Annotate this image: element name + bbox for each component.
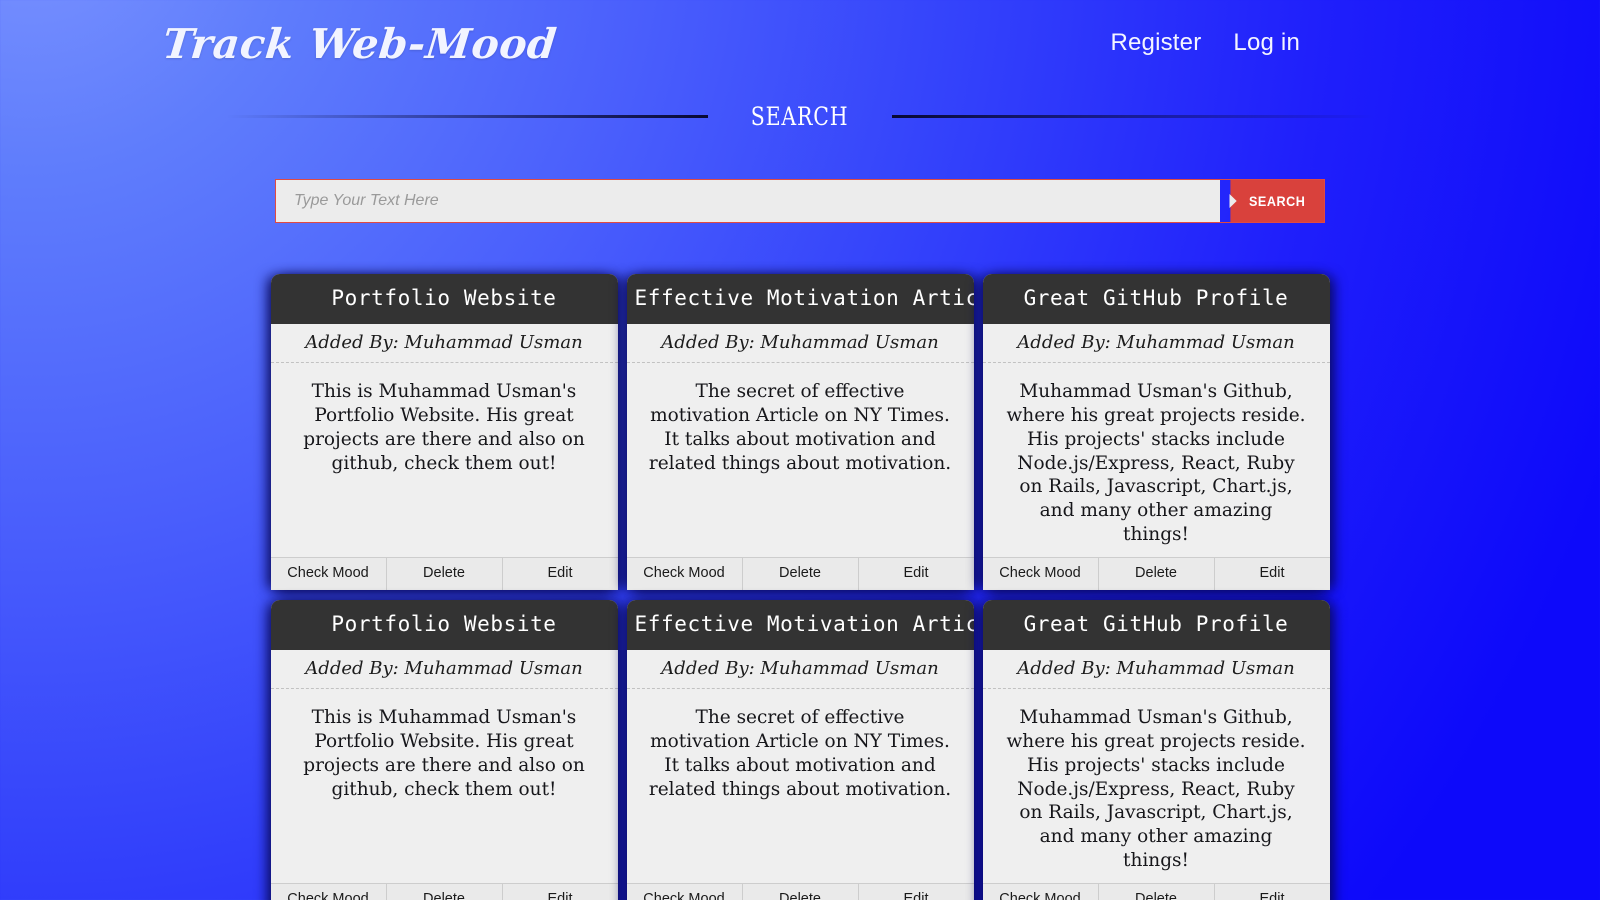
card-title: Effective Motivation Article: [626, 600, 974, 651]
card-title: Effective Motivation Article: [626, 274, 974, 324]
card-title: Portfolio Website: [270, 274, 618, 324]
card-title: Portfolio Website: [270, 600, 618, 651]
card-description: Muhammad Usman's Github, where his great…: [1006, 707, 1306, 872]
card-actions: Check Mood Delete Edit: [982, 557, 1330, 591]
card-author: Added By: Muhammad Usman: [982, 650, 1330, 690]
card-title: Great GitHub Profile: [982, 600, 1330, 651]
card-description: Muhammad Usman's Github, where his great…: [1006, 381, 1306, 546]
card-actions: Check Mood Delete Edit: [270, 557, 618, 591]
card-description: The secret of effective motivation Artic…: [648, 707, 952, 800]
card-description: This is Muhammad Usman's Portfolio Websi…: [303, 707, 585, 800]
mood-card: Great GitHub Profile Added By: Muhammad …: [982, 274, 1330, 591]
card-actions: Check Mood Delete Edit: [626, 883, 974, 900]
nav-login[interactable]: Log in: [1233, 29, 1300, 57]
mood-card: Effective Motivation Article Added By: M…: [626, 600, 974, 900]
card-action-edit[interactable]: Edit: [502, 558, 618, 591]
mood-card: Portfolio Website Added By: Muhammad Usm…: [270, 274, 618, 591]
mood-card: Portfolio Website Added By: Muhammad Usm…: [270, 600, 618, 900]
card-author: Added By: Muhammad Usman: [626, 324, 974, 363]
mood-card: Effective Motivation Article Added By: M…: [626, 274, 974, 591]
card-action-edit[interactable]: Edit: [502, 884, 618, 900]
card-action-edit[interactable]: Edit: [858, 558, 974, 591]
card-action-edit[interactable]: Edit: [1214, 558, 1330, 591]
card-author: Added By: Muhammad Usman: [270, 650, 618, 690]
mood-card: Great GitHub Profile Added By: Muhammad …: [982, 600, 1330, 900]
card-action-check-mood[interactable]: Check Mood: [982, 558, 1099, 591]
top-navigation-bar: Track Web-Mood Register Log in: [0, 0, 1600, 84]
card-actions: Check Mood Delete Edit: [626, 557, 974, 591]
card-action-check-mood[interactable]: Check Mood: [982, 884, 1099, 900]
card-author: Added By: Muhammad Usman: [626, 650, 974, 690]
card-action-check-mood[interactable]: Check Mood: [270, 558, 387, 591]
nav-links: Register Log in: [1110, 29, 1300, 57]
card-action-check-mood[interactable]: Check Mood: [270, 884, 387, 900]
search-input[interactable]: [276, 180, 1220, 222]
card-action-edit[interactable]: Edit: [858, 884, 974, 900]
card-action-check-mood[interactable]: Check Mood: [626, 558, 743, 591]
card-action-delete[interactable]: Delete: [742, 558, 859, 591]
card-title: Great GitHub Profile: [982, 274, 1330, 324]
card-actions: Check Mood Delete Edit: [270, 883, 618, 900]
search-form: SEARCH: [275, 179, 1325, 223]
card-action-delete[interactable]: Delete: [1098, 884, 1215, 900]
nav-register[interactable]: Register: [1110, 29, 1201, 57]
heading-rule-left: [226, 115, 709, 118]
heading-rule-right: [891, 115, 1374, 118]
search-section-heading: SEARCH: [0, 102, 1600, 131]
card-action-delete[interactable]: Delete: [1098, 558, 1215, 591]
card-action-delete[interactable]: Delete: [386, 884, 503, 900]
site-logo[interactable]: Track Web-Mood: [160, 20, 559, 68]
mood-card-grid: Portfolio Website Added By: Muhammad Usm…: [0, 274, 1600, 900]
card-action-delete[interactable]: Delete: [386, 558, 503, 591]
search-button[interactable]: SEARCH: [1230, 180, 1324, 222]
card-action-check-mood[interactable]: Check Mood: [626, 884, 743, 900]
card-action-edit[interactable]: Edit: [1214, 884, 1330, 900]
card-author: Added By: Muhammad Usman: [982, 324, 1330, 363]
search-bar-container: SEARCH: [0, 179, 1600, 223]
card-author: Added By: Muhammad Usman: [270, 324, 618, 363]
card-description: This is Muhammad Usman's Portfolio Websi…: [303, 381, 585, 474]
card-actions: Check Mood Delete Edit: [982, 883, 1330, 900]
search-heading-label: SEARCH: [751, 102, 849, 131]
card-action-delete[interactable]: Delete: [742, 884, 859, 900]
card-description: The secret of effective motivation Artic…: [648, 381, 952, 474]
